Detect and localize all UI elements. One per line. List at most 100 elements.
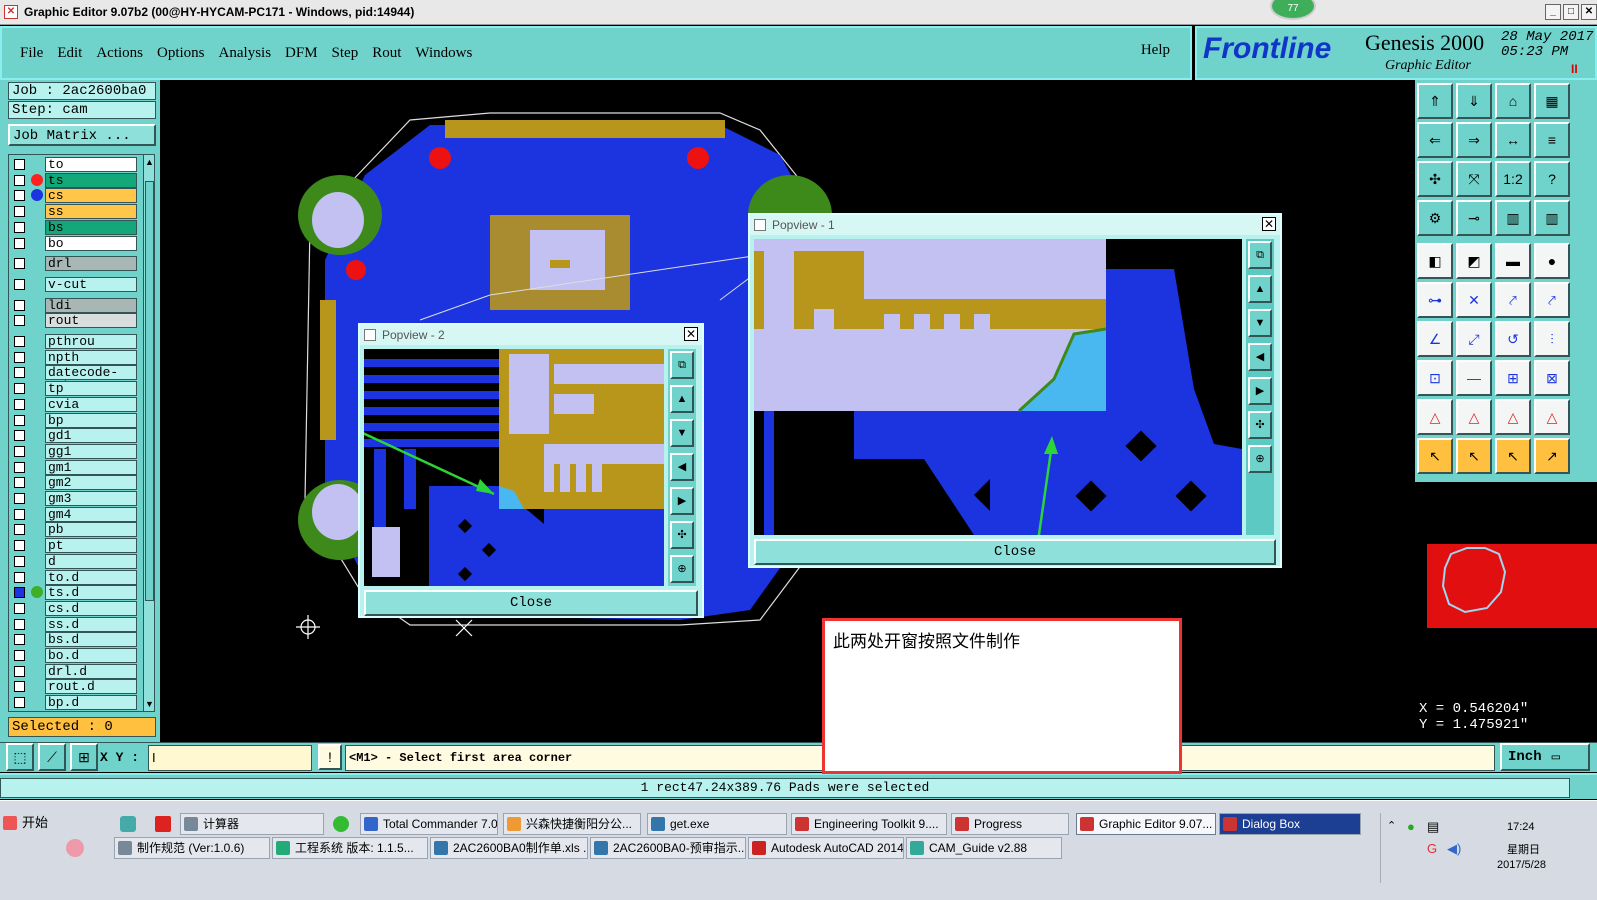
- layer-checkbox[interactable]: [14, 315, 25, 327]
- tray-g-icon[interactable]: G: [1427, 841, 1437, 856]
- copy-icon[interactable]: ⤤: [1534, 282, 1570, 318]
- layer-name[interactable]: pb: [45, 522, 137, 538]
- menu-windows[interactable]: Windows: [415, 45, 472, 62]
- layer-checkbox[interactable]: [14, 508, 25, 520]
- layer-checkbox[interactable]: [14, 258, 25, 270]
- layer-row-gm2[interactable]: gm2: [11, 475, 137, 491]
- layer-row-cs.d[interactable]: cs.d: [11, 600, 137, 616]
- zoom-out-button[interactable]: ▼: [1248, 309, 1272, 337]
- layer-checkbox[interactable]: [14, 477, 25, 489]
- layer-checkbox[interactable]: [14, 206, 25, 218]
- layer-row-to.d[interactable]: to.d: [11, 569, 137, 585]
- layer-checkbox[interactable]: [14, 493, 25, 504]
- tray-clipboard-icon[interactable]: ▤: [1427, 819, 1439, 835]
- menu-edit[interactable]: Edit: [57, 45, 82, 62]
- layer-checkbox[interactable]: [14, 351, 25, 363]
- zoom-fit-button[interactable]: ⧉: [670, 351, 694, 379]
- menu-dfm[interactable]: DFM: [285, 45, 318, 62]
- taskbar-item-1[interactable]: 计算器: [180, 813, 324, 835]
- layer-name[interactable]: rout.d: [45, 679, 137, 695]
- volume-icon[interactable]: ◀): [1447, 841, 1461, 857]
- layer-name[interactable]: pthrou: [45, 334, 137, 349]
- scale-icon[interactable]: 1:2: [1495, 161, 1531, 197]
- taskbar-item-4[interactable]: get.exe: [647, 813, 787, 835]
- layer-scrollbar[interactable]: ▲ ▼: [143, 154, 155, 712]
- layer-checkbox[interactable]: [14, 445, 25, 457]
- layer-row-tp[interactable]: tp: [11, 381, 137, 397]
- zoom-home-icon[interactable]: ⇑: [1417, 83, 1453, 119]
- measure-box-icon[interactable]: ⊞: [1495, 360, 1531, 396]
- layer-checkbox[interactable]: [14, 299, 25, 311]
- layer-row-v-cut[interactable]: v-cut: [11, 276, 137, 292]
- select-icon[interactable]: ↖: [1456, 438, 1492, 474]
- start-button[interactable]: 开始: [0, 813, 72, 835]
- menu-analysis[interactable]: Analysis: [219, 45, 272, 62]
- menu-file[interactable]: File: [20, 45, 43, 62]
- layer-row-ts.d[interactable]: ts.d: [11, 585, 137, 601]
- layer-checkbox[interactable]: [14, 430, 25, 442]
- triangle-a-icon[interactable]: △: [1456, 399, 1492, 435]
- color-icon[interactable]: ◩: [1456, 243, 1492, 279]
- pan-left-button[interactable]: ◀: [670, 453, 694, 481]
- color-app-icon[interactable]: [66, 839, 84, 857]
- layer-row-pthrou[interactable]: pthrou: [11, 334, 137, 349]
- flip-icon[interactable]: ↔: [1495, 122, 1531, 158]
- layer-row-gd1[interactable]: gd1: [11, 428, 137, 444]
- layer-name[interactable]: rout: [45, 313, 137, 329]
- scroll-up-icon[interactable]: ▲: [145, 157, 154, 167]
- layer-name[interactable]: ss.d: [45, 616, 137, 632]
- layer-toggle-icon[interactable]: ▥: [1495, 200, 1531, 236]
- layer-checkbox[interactable]: [14, 540, 25, 552]
- popview-1-view[interactable]: [754, 239, 1242, 535]
- layer-checkbox[interactable]: [14, 555, 25, 567]
- clock-time[interactable]: 17:24: [1507, 821, 1535, 833]
- center-button[interactable]: ⊕: [670, 555, 694, 583]
- zoom-down-icon[interactable]: ⇓: [1456, 83, 1492, 119]
- ruler-icon[interactable]: ▬: [1495, 243, 1531, 279]
- taskbar-item-5[interactable]: Engineering Toolkit 9....: [791, 813, 947, 835]
- menu-options[interactable]: Options: [157, 45, 205, 62]
- layer-row-ldi[interactable]: ldi: [11, 297, 137, 313]
- layer-name[interactable]: drl: [45, 256, 137, 272]
- menu-help[interactable]: Help: [1141, 42, 1170, 59]
- layer-row-ss.d[interactable]: ss.d: [11, 616, 137, 632]
- popview-2-view[interactable]: [364, 349, 664, 586]
- minimize-button[interactable]: _: [1545, 4, 1561, 20]
- menu-rout[interactable]: Rout: [372, 45, 401, 62]
- scroll-down-icon[interactable]: ▼: [145, 699, 154, 709]
- home-icon[interactable]: ⌂: [1495, 83, 1531, 119]
- layer-name[interactable]: ss: [45, 204, 137, 220]
- zoom-in-button[interactable]: ▲: [670, 385, 694, 413]
- line-tool-icon[interactable]: —: [1456, 360, 1492, 396]
- layer-checkbox[interactable]: [14, 587, 25, 599]
- layer-name[interactable]: gm2: [45, 475, 137, 491]
- layer-name[interactable]: gm1: [45, 459, 137, 475]
- layer-name[interactable]: bo.d: [45, 648, 137, 663]
- layer-checkbox[interactable]: [14, 278, 25, 290]
- taskbar-item-row2-1[interactable]: 制作规范 (Ver:1.0.6): [114, 837, 270, 859]
- pan-right-button[interactable]: ▶: [1248, 377, 1272, 405]
- snap-point-icon[interactable]: ⊡: [1417, 360, 1453, 396]
- tray-expand-icon[interactable]: ⌃: [1387, 819, 1396, 832]
- layer-name[interactable]: pt: [45, 538, 137, 554]
- layer-checkbox[interactable]: [14, 697, 25, 709]
- layer-row-rout.d[interactable]: rout.d: [11, 679, 137, 695]
- align-icon[interactable]: ⫶: [1534, 321, 1570, 357]
- quicklaunch-icon[interactable]: [120, 816, 136, 832]
- connect-icon[interactable]: ⊸: [1456, 200, 1492, 236]
- popview-1-close-icon[interactable]: ✕: [1262, 217, 1276, 231]
- layer-name[interactable]: gm3: [45, 491, 137, 506]
- layer-checkbox[interactable]: [14, 602, 25, 614]
- layer-row-gg1[interactable]: gg1: [11, 443, 137, 459]
- pointer-icon[interactable]: ↖: [1417, 438, 1453, 474]
- layer-row-d[interactable]: d: [11, 553, 137, 569]
- layer-name[interactable]: ldi: [45, 297, 137, 313]
- layer-checkbox[interactable]: [14, 174, 25, 186]
- pan-left-button[interactable]: ◀: [1248, 343, 1272, 371]
- zoom-out-button[interactable]: ▼: [670, 419, 694, 447]
- close-window-button[interactable]: ✕: [1581, 4, 1597, 20]
- taskbar-item-3[interactable]: 兴森快捷衡阳分公...: [503, 813, 641, 835]
- layer-row-drl[interactable]: drl: [11, 256, 137, 272]
- layer-name[interactable]: gg1: [45, 443, 137, 459]
- layer-checkbox[interactable]: [14, 414, 25, 426]
